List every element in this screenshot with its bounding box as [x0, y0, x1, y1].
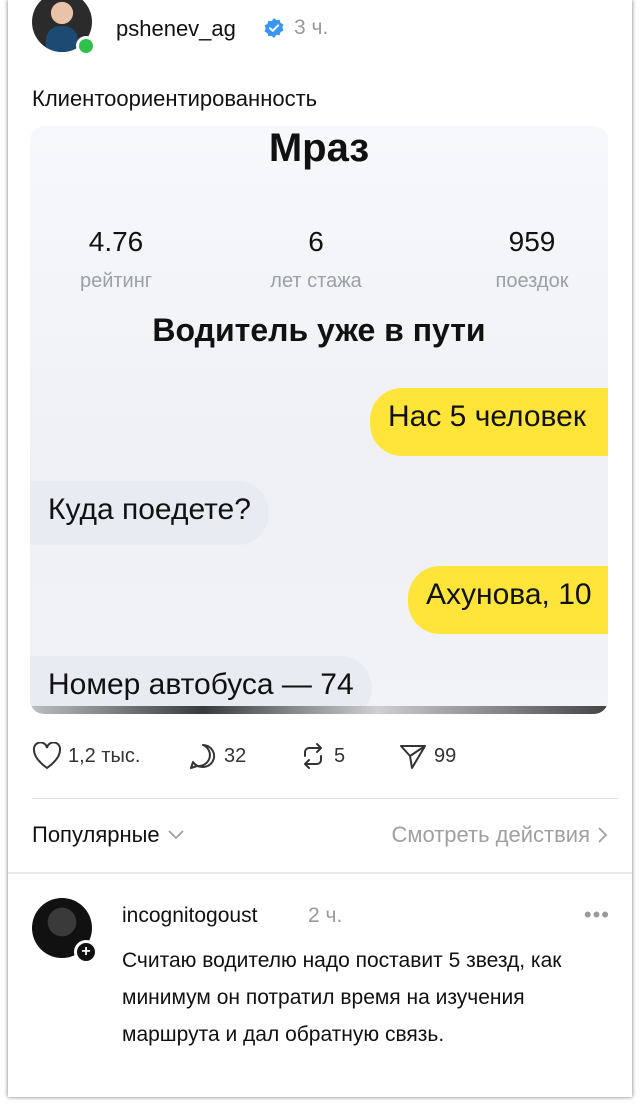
send-icon — [400, 745, 426, 769]
share-button[interactable]: 99 — [398, 742, 456, 770]
view-activity-label: Смотреть действия — [391, 822, 590, 847]
stat-experience: 6 лет стажа — [236, 226, 396, 293]
driver-name: Мраз — [268, 126, 370, 170]
stat-value: 959 — [508, 226, 556, 257]
verified-badge-icon — [264, 18, 284, 38]
repost-icon — [304, 743, 322, 769]
stat-label: рейтинг — [79, 270, 153, 292]
comment-bubble-icon — [190, 744, 216, 769]
more-options-icon[interactable]: ••• — [584, 902, 610, 928]
heart-icon — [32, 742, 62, 770]
comment-count: 32 — [224, 744, 247, 767]
chevron-down-icon — [168, 830, 184, 840]
stat-trips: 959 поездок — [452, 226, 608, 293]
like-count: 1,2 тыс. — [68, 744, 141, 767]
post-actions: 1,2 тыс. 32 5 99 — [32, 742, 592, 776]
sort-label: Популярные — [32, 822, 160, 847]
sort-dropdown[interactable]: Популярные — [32, 822, 186, 848]
follow-plus-icon[interactable]: + — [74, 940, 98, 964]
post-header: pshenev_ag 3 ч. — [32, 0, 612, 62]
post-time: 3 ч. — [294, 16, 329, 39]
post-caption: Клиентоориентированность — [32, 86, 318, 111]
image-bottom-strip — [30, 706, 608, 714]
driver-status: Водитель уже в пути — [152, 312, 486, 348]
online-status-icon — [76, 36, 96, 56]
view-activity-link[interactable]: Смотреть действия — [391, 822, 608, 848]
post-frame: pshenev_ag 3 ч. Клиентоориентированность… — [8, 0, 632, 1097]
section-divider — [8, 872, 632, 874]
stat-value: 4.76 — [88, 226, 144, 257]
share-count: 99 — [434, 744, 457, 767]
author-username[interactable]: pshenev_ag — [116, 16, 236, 42]
commenter-username[interactable]: incognitogoust — [122, 904, 257, 928]
comment-button[interactable]: 32 — [188, 742, 246, 770]
like-button[interactable]: 1,2 тыс. — [32, 742, 140, 770]
comments-sort-row: Популярные Смотреть действия — [32, 822, 608, 854]
chat-bubble-outgoing: Нас 5 человек — [370, 388, 608, 456]
chat-bubble-outgoing: Ахунова, 10 — [408, 566, 608, 634]
stat-value: 6 — [308, 226, 324, 257]
divider — [32, 798, 618, 799]
chat-bubble-incoming: Куда поедете? — [30, 481, 269, 545]
stat-label: поездок — [495, 270, 569, 292]
comment-text: Считаю водителю надо поставит 5 звезд, к… — [122, 949, 562, 1046]
stat-label: лет стажа — [270, 270, 362, 292]
post-image[interactable]: Мраз 4.76 рейтинг 6 лет стажа 959 поездо… — [30, 126, 608, 714]
comment-time: 2 ч. — [308, 904, 343, 927]
repost-button[interactable]: 5 — [298, 742, 345, 770]
repost-count: 5 — [334, 744, 346, 767]
stat-rating: 4.76 рейтинг — [36, 226, 196, 293]
chevron-right-icon — [598, 827, 608, 843]
